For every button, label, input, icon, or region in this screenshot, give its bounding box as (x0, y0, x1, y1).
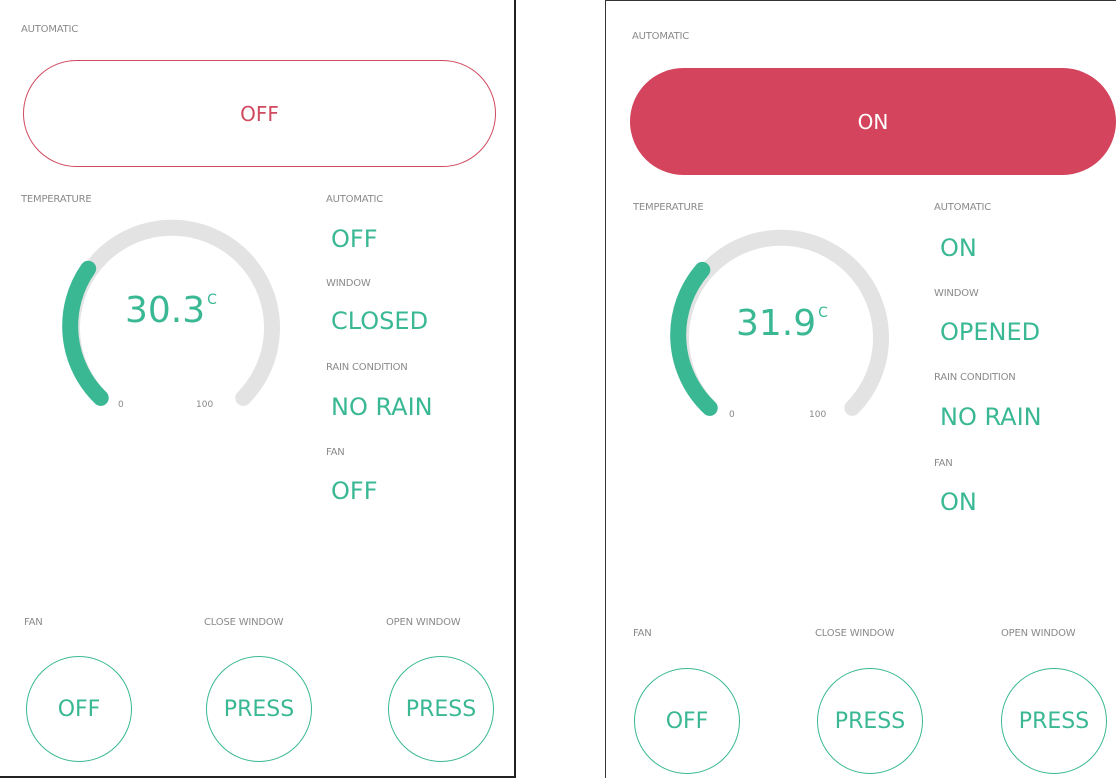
status-automatic-value: ON (940, 234, 977, 262)
automatic-toggle-button[interactable]: ON (630, 68, 1116, 175)
gauge-max-label: 100 (196, 400, 214, 410)
status-rain-value: NO RAIN (940, 403, 1042, 431)
temperature-unit: C (207, 292, 217, 308)
fan-button-label: FAN (24, 617, 43, 628)
status-window-value: OPENED (940, 318, 1041, 346)
fan-button[interactable]: OFF (26, 656, 132, 762)
automatic-toggle-label: AUTOMATIC (21, 24, 79, 35)
status-window-value: CLOSED (331, 307, 429, 335)
close-window-button-label: CLOSE WINDOW (204, 617, 284, 628)
gauge-min-label: 0 (729, 410, 735, 420)
gauge-min-label: 0 (118, 400, 124, 410)
status-rain-value: NO RAIN (331, 393, 433, 421)
automatic-toggle-label: AUTOMATIC (632, 31, 690, 42)
dashboard-panel-automatic-on: AUTOMATIC ON TEMPERATURE 31.9 C 0 100 AUT… (605, 0, 1116, 778)
fan-button-label: FAN (633, 628, 652, 639)
status-automatic-label: AUTOMATIC (934, 202, 992, 213)
gauge-fill (62, 260, 109, 406)
status-fan-label: FAN (326, 447, 345, 458)
close-window-button-label: CLOSE WINDOW (815, 628, 895, 639)
automatic-toggle-button[interactable]: OFF (23, 60, 496, 167)
status-fan-value: OFF (331, 477, 378, 505)
temperature-value: 30.3 C (125, 290, 217, 331)
status-automatic-value: OFF (331, 225, 378, 253)
status-rain-label: RAIN CONDITION (326, 362, 408, 373)
gauge-max-label: 100 (809, 410, 827, 420)
temperature-unit: C (818, 305, 828, 321)
open-window-button-label: OPEN WINDOW (386, 617, 461, 628)
fan-button[interactable]: OFF (634, 668, 740, 774)
dashboard-panel-automatic-off: AUTOMATIC OFF TEMPERATURE 30.3 C 0 100 AU… (0, 0, 516, 778)
temperature-value: 31.9 C (736, 303, 828, 344)
status-fan-label: FAN (934, 458, 953, 469)
status-window-label: WINDOW (934, 288, 979, 299)
temperature-label: TEMPERATURE (633, 202, 704, 213)
status-automatic-label: AUTOMATIC (326, 194, 384, 205)
close-window-button[interactable]: PRESS (206, 656, 312, 762)
open-window-button[interactable]: PRESS (388, 656, 494, 762)
temperature-label: TEMPERATURE (21, 194, 92, 205)
open-window-button-label: OPEN WINDOW (1001, 628, 1076, 639)
open-window-button[interactable]: PRESS (1001, 668, 1107, 774)
close-window-button[interactable]: PRESS (817, 668, 923, 774)
status-rain-label: RAIN CONDITION (934, 372, 1016, 383)
status-window-label: WINDOW (326, 278, 371, 289)
gauge-fill (670, 261, 718, 416)
status-fan-value: ON (940, 488, 977, 516)
